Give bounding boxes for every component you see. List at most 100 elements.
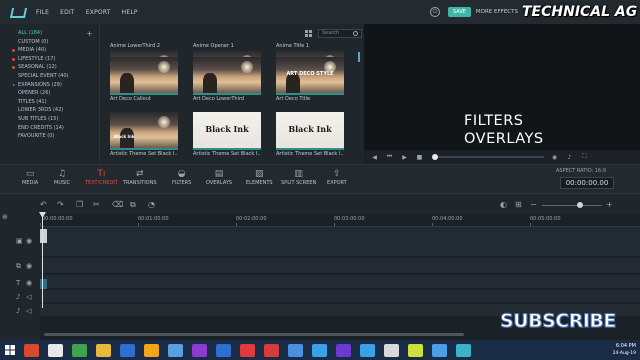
category-item[interactable]: LOWER 3RDS (42)	[0, 106, 100, 115]
tab-media[interactable]: ▭ MEDIA	[22, 168, 38, 186]
tile-thumbnail[interactable]: Black Ink	[110, 112, 178, 150]
visibility-icon[interactable]: ◉	[26, 237, 32, 245]
tab-export[interactable]: ⇪ EXPORT	[327, 168, 347, 186]
template-tile[interactable]: ART DECO STYLE Art Deco Title	[276, 57, 344, 104]
folder-app-icon[interactable]	[96, 343, 111, 357]
app-icon[interactable]	[384, 343, 399, 357]
menu-export[interactable]: EXPORT	[86, 9, 111, 16]
app-icon[interactable]	[288, 343, 303, 357]
tab-split-screen[interactable]: ▥ SPLIT SCREEN	[281, 168, 316, 186]
grid-view-icon[interactable]	[305, 30, 312, 37]
steam-app-icon[interactable]	[216, 343, 231, 357]
app-icon[interactable]	[192, 343, 207, 357]
grid-scrollbar[interactable]	[358, 52, 360, 62]
template-tile[interactable]: Black Ink Artistic Theme Set Black I...	[110, 112, 178, 159]
fullscreen-icon[interactable]: ⛶	[580, 153, 589, 161]
zoom-out-icon[interactable]: −	[530, 200, 537, 209]
menu-file[interactable]: FILE	[36, 9, 49, 16]
menu-edit[interactable]: EDIT	[60, 9, 75, 16]
category-item[interactable]: SPECIAL EVENT (40)	[0, 72, 100, 81]
mute-icon[interactable]: ◁	[26, 307, 31, 315]
play-icon[interactable]: ▶	[400, 154, 409, 161]
preview-progress[interactable]	[432, 154, 544, 160]
edge-app-icon[interactable]	[24, 343, 39, 357]
tile-thumbnail[interactable]	[110, 57, 178, 95]
save-button[interactable]: SAVE	[447, 7, 471, 17]
zoom-knob[interactable]	[577, 202, 583, 208]
app-icon[interactable]	[360, 343, 375, 357]
category-item[interactable]: CUSTOM (0)	[0, 38, 100, 47]
menu-help[interactable]: HELP	[122, 9, 138, 16]
step-back-icon[interactable]: ◀	[370, 154, 379, 161]
category-item[interactable]: END CREDITS (14)	[0, 124, 100, 133]
stop-icon[interactable]: ■	[415, 154, 424, 161]
text-track[interactable]	[40, 275, 640, 289]
calc-app-icon[interactable]	[48, 343, 63, 357]
crop-icon[interactable]: ⧉	[130, 200, 136, 210]
render-icon[interactable]: ◐	[500, 200, 507, 209]
vlc-app-icon[interactable]	[144, 343, 159, 357]
category-item[interactable]: ▸ EXPANSIONS (29)	[0, 81, 100, 90]
chrome-app-icon[interactable]	[72, 343, 87, 357]
category-item[interactable]: OPENER (26)	[0, 89, 100, 98]
undo-icon[interactable]: ↶	[40, 200, 47, 209]
zoom-slider[interactable]	[542, 205, 602, 206]
app-icon[interactable]	[408, 343, 423, 357]
expand-dot-icon[interactable]	[12, 66, 15, 70]
expand-arrow-icon[interactable]: ▸	[13, 81, 15, 90]
visibility-icon[interactable]: ◉	[26, 279, 32, 287]
tab-music[interactable]: ♫ MUSIC	[54, 168, 70, 186]
category-item[interactable]: MEDIA (40)	[0, 46, 100, 55]
visibility-icon[interactable]: ◉	[26, 262, 32, 270]
category-item[interactable]: SEASONAL (12)	[0, 63, 100, 72]
timeline-scrollbar[interactable]	[44, 333, 464, 336]
app-icon[interactable]	[456, 343, 471, 357]
template-tile[interactable]: Black Ink Artistic Theme Set Black I...	[276, 112, 344, 159]
tab-overlays[interactable]: ▤ OVERLAYS	[206, 168, 232, 186]
expand-dot-icon[interactable]	[12, 49, 15, 53]
tab-filters[interactable]: ◒ FILTERS	[172, 168, 191, 186]
cut-icon[interactable]: ✂	[93, 200, 100, 209]
category-item[interactable]: ALL (184)	[0, 29, 100, 38]
tile-thumbnail[interactable]: Black Ink	[193, 112, 261, 150]
tab-text-credit[interactable]: Tı TEXT/CREDIT	[85, 168, 118, 186]
tile-thumbnail[interactable]: ART DECO STYLE	[276, 57, 344, 95]
category-item[interactable]: LIFESTYLE (17)	[0, 55, 100, 64]
template-tile[interactable]: Art Deco Callout	[110, 57, 178, 104]
ytb-app-icon[interactable]	[240, 343, 255, 357]
app-icon[interactable]	[432, 343, 447, 357]
category-item[interactable]: TITLES (41)	[0, 98, 100, 107]
app-icon[interactable]	[336, 343, 351, 357]
tile-thumbnail[interactable]	[193, 57, 261, 95]
category-item[interactable]: SUB TITLES (15)	[0, 115, 100, 124]
category-item[interactable]: FAVOURITE (0)	[0, 132, 100, 141]
zoom-in-icon[interactable]: +	[606, 200, 613, 209]
speed-icon[interactable]: ◔	[148, 200, 155, 209]
account-icon[interactable]: ⏻	[429, 7, 440, 17]
start-button[interactable]	[0, 340, 20, 360]
zoom-fit-icon[interactable]: ⊞	[515, 200, 522, 209]
tab-elements[interactable]: ▨ ELEMENTS	[246, 168, 273, 186]
search-input[interactable]: Search	[318, 29, 362, 38]
audio-track-1[interactable]	[40, 290, 640, 303]
template-tile[interactable]: Art Deco LowerThird	[193, 57, 261, 104]
redo-icon[interactable]: ↷	[57, 200, 64, 209]
playhead[interactable]	[42, 214, 43, 308]
expand-dot-icon[interactable]	[12, 57, 15, 61]
pip-track[interactable]	[40, 258, 640, 274]
video-track[interactable]	[40, 227, 640, 257]
tile-thumbnail[interactable]: Black Ink	[276, 112, 344, 150]
volume-icon[interactable]: ♪	[565, 154, 574, 161]
mute-icon[interactable]: ◁	[26, 293, 31, 301]
app-icon[interactable]	[312, 343, 327, 357]
photos-app-icon[interactable]	[168, 343, 183, 357]
tab-transitions[interactable]: ⇄ TRANSITIONS	[123, 168, 157, 186]
timeline-ruler[interactable]: 00:00:00:00 00:01:00:00 00:02:00:00 00:0…	[40, 215, 640, 227]
progress-knob[interactable]	[432, 154, 438, 160]
delete-icon[interactable]: ⌫	[112, 200, 123, 209]
more-effects-link[interactable]: MORE EFFECTS	[476, 9, 518, 15]
template-tile[interactable]: Black Ink Artistic Theme Set Black I...	[193, 112, 261, 159]
word-app-icon[interactable]	[120, 343, 135, 357]
frame-back-icon[interactable]: ⏮	[385, 153, 394, 161]
add-track-icon[interactable]: ⊕	[2, 213, 8, 221]
